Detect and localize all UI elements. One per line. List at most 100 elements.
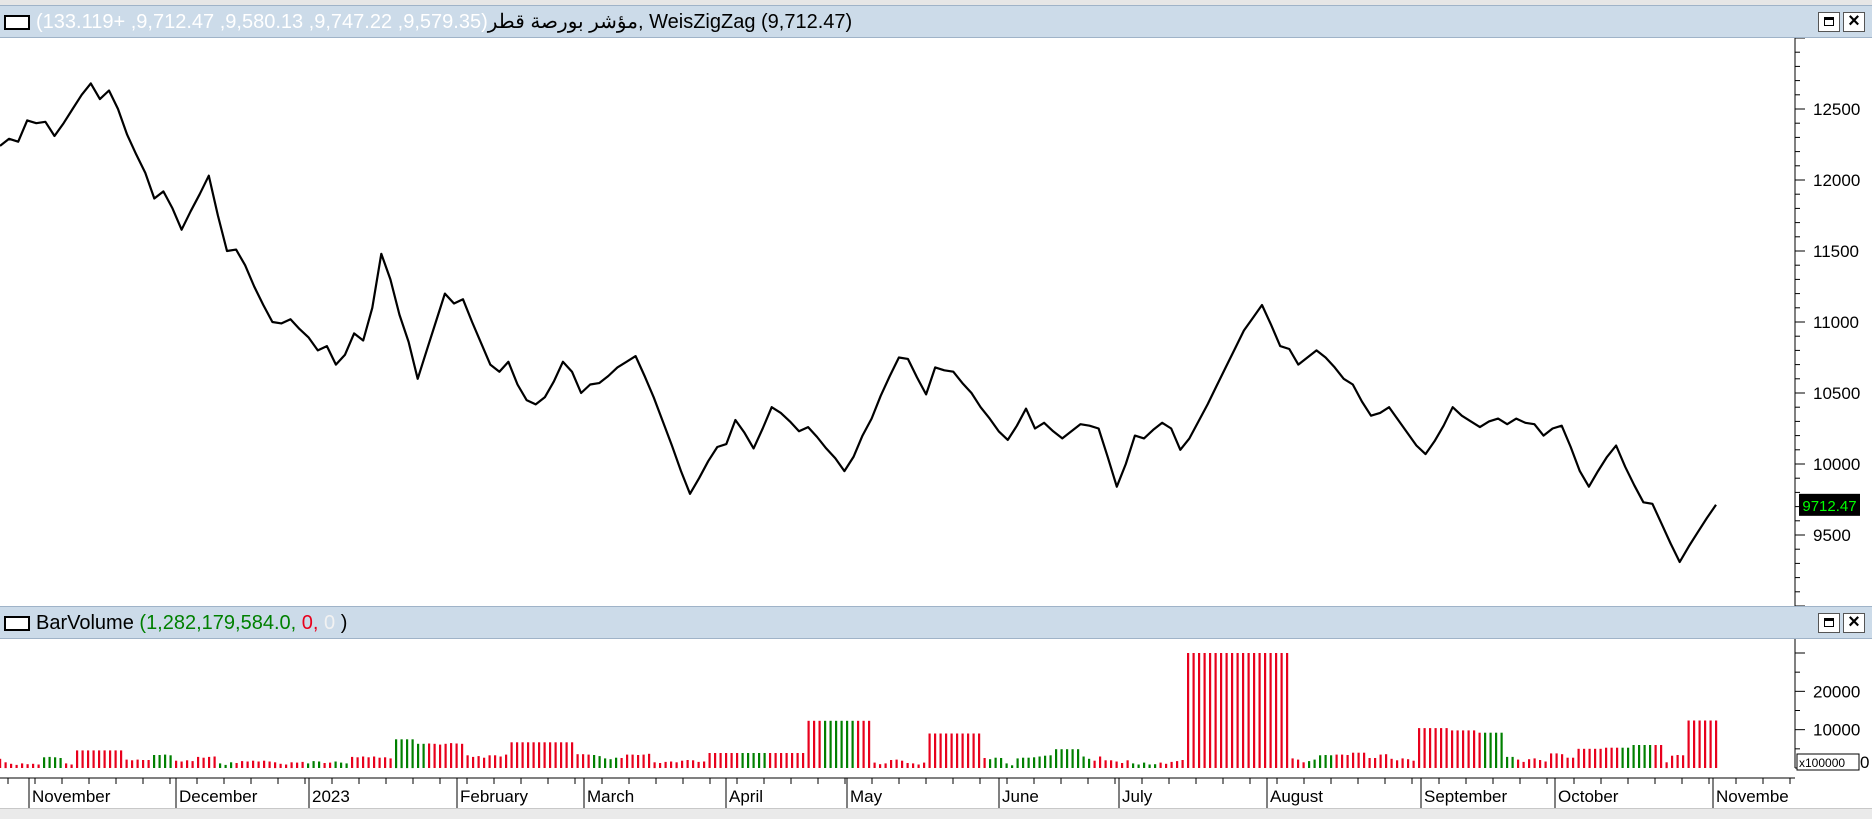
volume-bar xyxy=(780,753,783,768)
volume-bar xyxy=(147,760,150,768)
volume-bar xyxy=(1462,730,1465,768)
volume-bar xyxy=(1495,732,1498,768)
volume-chart[interactable]: 10000 20000 x100000 0 November December 2023 Fe… xyxy=(0,639,1872,808)
volume-bar xyxy=(472,756,475,768)
volume-bar xyxy=(697,761,700,768)
volume-bar xyxy=(290,762,293,769)
volume-bar xyxy=(1396,760,1399,768)
volume-bar xyxy=(10,763,13,768)
volume-bar xyxy=(752,753,755,768)
volume-bar xyxy=(620,758,623,768)
volume-pane-close-button[interactable]: × xyxy=(1843,611,1865,633)
volume-bar xyxy=(1011,765,1014,768)
volume-bar xyxy=(901,760,904,768)
volume-value: 1,282,179,584.0 xyxy=(146,612,291,634)
pane-window-icon[interactable] xyxy=(4,616,30,631)
volume-bar xyxy=(796,753,799,768)
volume-bar xyxy=(1209,653,1212,768)
volume-bar xyxy=(956,733,959,768)
volume-bar xyxy=(395,739,398,769)
volume-bar xyxy=(32,763,35,768)
volume-bar xyxy=(1533,758,1536,768)
volume-bar xyxy=(1412,760,1415,768)
maximize-icon xyxy=(1824,618,1834,627)
volume-bar xyxy=(1374,758,1377,768)
volume-bar xyxy=(54,757,57,768)
volume-bar xyxy=(1577,748,1580,768)
volume-bar xyxy=(505,754,508,768)
volume-bar xyxy=(1159,762,1162,768)
volume-bar xyxy=(1055,749,1058,768)
volume-multiplier-label: x100000 xyxy=(1799,756,1845,770)
price-pane-maximize-button[interactable] xyxy=(1818,12,1840,32)
volume-bar xyxy=(1088,758,1091,768)
volume-bar xyxy=(1280,653,1283,768)
volume-bar xyxy=(1181,760,1184,768)
volume-bar xyxy=(1269,653,1272,768)
volume-bar xyxy=(1363,752,1366,768)
month-label: August xyxy=(1270,787,1323,806)
volume-bar xyxy=(527,742,530,768)
volume-pane-maximize-button[interactable] xyxy=(1818,613,1840,633)
volume-bar xyxy=(37,764,40,768)
volume-bar xyxy=(1220,653,1223,768)
volume-bar xyxy=(1104,760,1107,768)
volume-bar xyxy=(1346,755,1349,768)
price-y-tick-label: 11000 xyxy=(1813,313,1859,332)
pane-window-icon[interactable] xyxy=(4,15,30,30)
paren-open: ( xyxy=(133,612,147,634)
volume-bar xyxy=(862,720,865,768)
horizontal-scrollbar[interactable] xyxy=(0,808,1872,819)
volume-bar xyxy=(461,743,464,768)
volume-bar xyxy=(1511,756,1514,768)
volume-bar xyxy=(1143,762,1146,768)
volume-bar xyxy=(109,750,112,768)
volume-bar xyxy=(433,743,436,768)
volume-bar xyxy=(1275,653,1278,768)
volume-bar xyxy=(362,756,365,768)
maximize-icon xyxy=(1824,17,1834,26)
volume-bar xyxy=(692,760,695,768)
price-y-tick-label: 11500 xyxy=(1813,242,1859,261)
volume-pane-header[interactable]: BarVolume (1,282,179,584.0, 0, 0 ) × xyxy=(0,606,1872,639)
volume-bar xyxy=(246,761,249,768)
volume-bar xyxy=(791,753,794,768)
volume-bar xyxy=(488,755,491,768)
volume-bar xyxy=(1302,762,1305,769)
volume-bar xyxy=(1231,653,1234,768)
volume-bar xyxy=(615,757,618,768)
volume-bar xyxy=(279,763,282,768)
volume-bar xyxy=(587,754,590,768)
volume-bar xyxy=(1077,749,1080,768)
volume-bar xyxy=(1132,763,1135,768)
volume-bar xyxy=(406,739,409,769)
volume-bar xyxy=(263,760,266,768)
volume-bar xyxy=(1335,754,1338,768)
volume-bar xyxy=(664,761,667,768)
volume-bar xyxy=(1005,763,1008,768)
volume-bar xyxy=(428,743,431,768)
volume-bar xyxy=(648,753,651,768)
volume-bar xyxy=(1649,745,1652,768)
volume-bar xyxy=(1698,720,1701,768)
volume-bar xyxy=(571,742,574,768)
price-pane-header[interactable]: مؤشر بورصة قطر(9,579.35, 9,747.22, 9,580… xyxy=(0,5,1872,38)
volume-bar xyxy=(582,754,585,768)
volume-bar xyxy=(1264,653,1267,768)
volume-bar xyxy=(136,759,139,768)
volume-bar xyxy=(1583,748,1586,768)
price-pane-close-button[interactable]: × xyxy=(1843,10,1865,32)
volume-bar xyxy=(1357,752,1360,768)
volume-bar xyxy=(681,760,684,768)
volume-bar xyxy=(1154,764,1157,768)
volume-bar xyxy=(87,750,90,768)
ohlc-values: (9,579.35, 9,747.22, 9,580.13, 9,712.47,… xyxy=(36,11,488,33)
volume-bar xyxy=(477,756,480,768)
volume-bar xyxy=(1401,758,1404,768)
price-chart[interactable]: 9500 10000 10500 11000 11500 12000 12500 9712.4… xyxy=(0,38,1872,606)
volume-bar xyxy=(994,757,997,768)
volume-bar xyxy=(1187,653,1190,768)
volume-bar xyxy=(1319,755,1322,768)
volume-bar xyxy=(1423,728,1426,768)
volume-bar xyxy=(873,762,876,768)
